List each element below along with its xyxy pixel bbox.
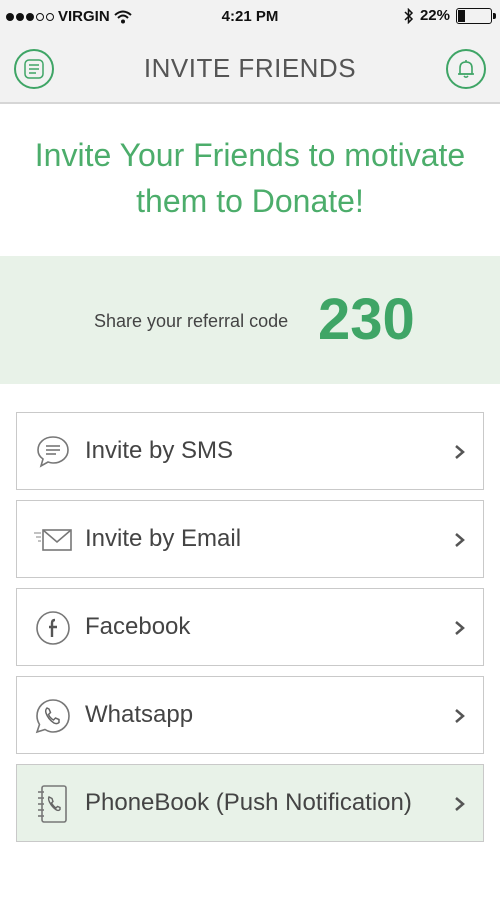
page-title: INVITE FRIENDS xyxy=(143,53,357,83)
notifications-button[interactable] xyxy=(446,49,486,89)
invite-phonebook-item[interactable]: PhoneBook (Push Notification) xyxy=(16,764,484,842)
invite-email-item[interactable]: Invite by Email xyxy=(16,500,484,578)
status-right: 22% xyxy=(404,7,496,24)
battery-percent: 22% xyxy=(419,7,450,24)
referral-panel: Share your referral code 230 xyxy=(0,256,500,384)
sms-icon xyxy=(33,432,73,472)
referral-label: Share your referral code xyxy=(94,311,289,331)
nav-bar: INVITE FRIENDS xyxy=(0,34,500,104)
referral-code: 230 xyxy=(318,287,415,352)
facebook-icon xyxy=(33,608,73,648)
email-icon xyxy=(33,520,73,560)
chevron-right-icon xyxy=(455,445,465,459)
phonebook-icon xyxy=(33,784,73,824)
chevron-right-icon xyxy=(455,533,465,547)
status-bar: VIRGIN 4:21 PM 22% xyxy=(0,0,500,34)
invite-facebook-label: Facebook xyxy=(85,613,191,640)
bell-icon xyxy=(458,60,474,79)
invite-sms-item[interactable]: Invite by SMS xyxy=(16,412,484,490)
chevron-right-icon xyxy=(455,709,465,723)
invite-whatsapp-label: Whatsapp xyxy=(85,701,194,728)
invite-facebook-item[interactable]: Facebook xyxy=(16,588,484,666)
battery-icon xyxy=(456,7,496,24)
bluetooth-icon xyxy=(404,7,414,24)
chevron-right-icon xyxy=(455,797,465,811)
invite-whatsapp-item[interactable]: Whatsapp xyxy=(16,676,484,754)
chevron-right-icon xyxy=(455,621,465,635)
invite-headline: Invite Your Friends to motivate them to … xyxy=(34,137,466,219)
invite-sms-label: Invite by SMS xyxy=(85,437,234,464)
whatsapp-icon xyxy=(33,696,73,736)
invite-email-label: Invite by Email xyxy=(85,525,242,552)
invite-phonebook-label: PhoneBook (Push Notification) xyxy=(85,789,412,816)
